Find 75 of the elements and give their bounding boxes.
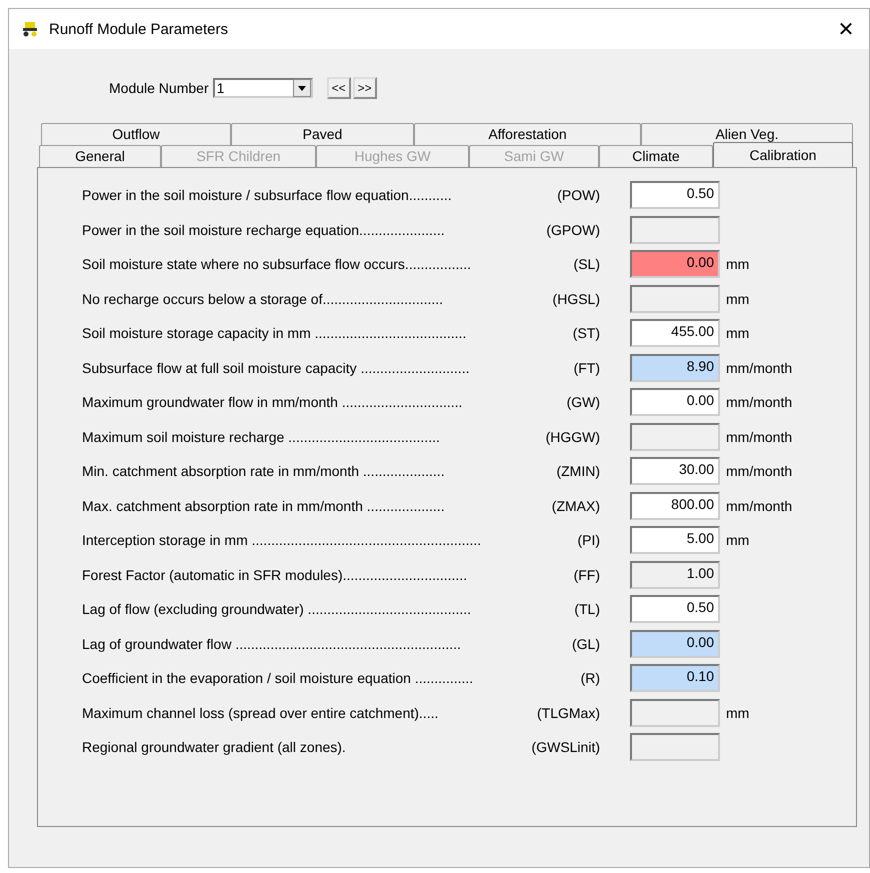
parameter-code: (GL) [572, 636, 600, 652]
parameter-label: Forest Factor (automatic in SFR modules)................................ [82, 566, 468, 583]
parameter-label: Maximum channel loss (spread over entire catchment)..... [82, 704, 438, 721]
parameter-code: (GWSLinit) [532, 739, 600, 756]
parameter-label: Max. catchment absorption rate in mm/month .................... [82, 498, 445, 514]
next-button[interactable]: >> [352, 77, 377, 99]
parameter-code: (FF) [574, 566, 600, 583]
unit-label: mm/month [726, 463, 792, 480]
parameter-label: Lag of flow (excluding groundwater) .......................................... [82, 601, 472, 618]
parameter-label: Interception storage in mm ........................................................... [82, 532, 482, 548]
parameter-code: (R) [580, 670, 600, 686]
unit-label: mm/month [726, 498, 792, 514]
unit-label: mm [726, 290, 750, 307]
input-field[interactable] [630, 698, 720, 727]
tab[interactable]: General [39, 145, 161, 167]
input-field[interactable] [630, 422, 720, 451]
parameter-label: Maximum soil moisture recharge ....................................... [82, 428, 440, 445]
module-number-dropdown[interactable]: 1 [212, 78, 313, 98]
parameter-label: Lag of groundwater flow .......................................................... [82, 636, 461, 652]
unit-label: mm [726, 256, 750, 272]
input-field[interactable] [630, 733, 720, 762]
parameter-label: Maximum groundwater flow in mm/month ............................... [82, 394, 462, 410]
input-field[interactable]: 0.50 [630, 595, 720, 624]
parameter-code: (POW) [557, 187, 600, 204]
parameter-label: Soil moisture state where no subsurface flow occurs................. [82, 256, 472, 272]
previous-button[interactable]: << [326, 77, 351, 99]
tab[interactable]: Calibration [713, 142, 853, 167]
unit-label: mm/month [726, 394, 792, 410]
input-field[interactable]: 8.90 [630, 354, 720, 382]
parameter-label: Power in the soil moisture recharge equation...................... [82, 222, 445, 238]
parameter-code: (TLGMax) [537, 704, 600, 721]
parameter-label: No recharge occurs below a storage of............................... [82, 290, 444, 307]
input-field[interactable] [630, 284, 720, 313]
window-title: Runoff Module Parameters [49, 20, 229, 38]
close-button[interactable]: ✕ [823, 9, 869, 49]
parameter-label: Regional groundwater gradient (all zones). [82, 739, 346, 756]
input-field[interactable]: 1.00 [630, 560, 720, 589]
unit-label: mm [726, 532, 750, 548]
input-field[interactable] [630, 216, 720, 244]
unit-label: mm/month [726, 428, 792, 445]
input-field[interactable]: 800.00 [630, 492, 720, 520]
parameter-code: (HGSL) [552, 290, 600, 307]
tab[interactable]: Outflow [41, 123, 231, 145]
parameter-code: (PI) [577, 532, 600, 548]
parameter-code: (HGGW) [546, 428, 600, 445]
input-field[interactable]: 5.00 [630, 526, 720, 554]
parameter-label: Min. catchment absorption rate in mm/month ..................... [82, 463, 445, 480]
tab[interactable]: Climate [599, 145, 713, 167]
parameter-code: (SL) [574, 256, 600, 272]
unit-label: mm [726, 325, 750, 342]
parameter-code: (ST) [572, 325, 600, 342]
parameter-label: Subsurface flow at full soil moisture capacity ............................ [82, 360, 470, 376]
parameter-code: (ZMIN) [556, 463, 600, 480]
module-number-label: Module Number [109, 80, 209, 96]
input-field[interactable]: 0.00 [630, 388, 720, 416]
parameter-label: Soil moisture storage capacity in mm ....................................... [82, 325, 466, 342]
unit-label: mm [726, 704, 750, 721]
parameter-code: (TL) [574, 601, 600, 618]
parameter-label: Coefficient in the evaporation / soil moisture equation ............... [82, 670, 474, 686]
input-field[interactable]: 0.50 [630, 181, 720, 210]
input-field[interactable]: 0.00 [630, 250, 720, 278]
parameter-code: (ZMAX) [552, 498, 600, 514]
parameter-code: (GW) [566, 394, 600, 410]
input-field[interactable]: 0.00 [630, 630, 720, 658]
input-field[interactable]: 0.10 [630, 664, 720, 692]
parameter-code: (FT) [574, 360, 600, 376]
input-field[interactable]: 455.00 [630, 319, 720, 348]
app-icon [21, 20, 39, 38]
input-field[interactable]: 30.00 [630, 457, 720, 486]
tab[interactable]: Afforestation [414, 123, 641, 145]
unit-label: mm/month [726, 360, 792, 376]
parameter-label: Power in the soil moisture / subsurface flow equation........... [82, 187, 452, 204]
tab[interactable]: Alien Veg. [641, 123, 853, 145]
tab[interactable]: Paved [231, 123, 414, 145]
parameter-code: (GPOW) [546, 222, 600, 238]
